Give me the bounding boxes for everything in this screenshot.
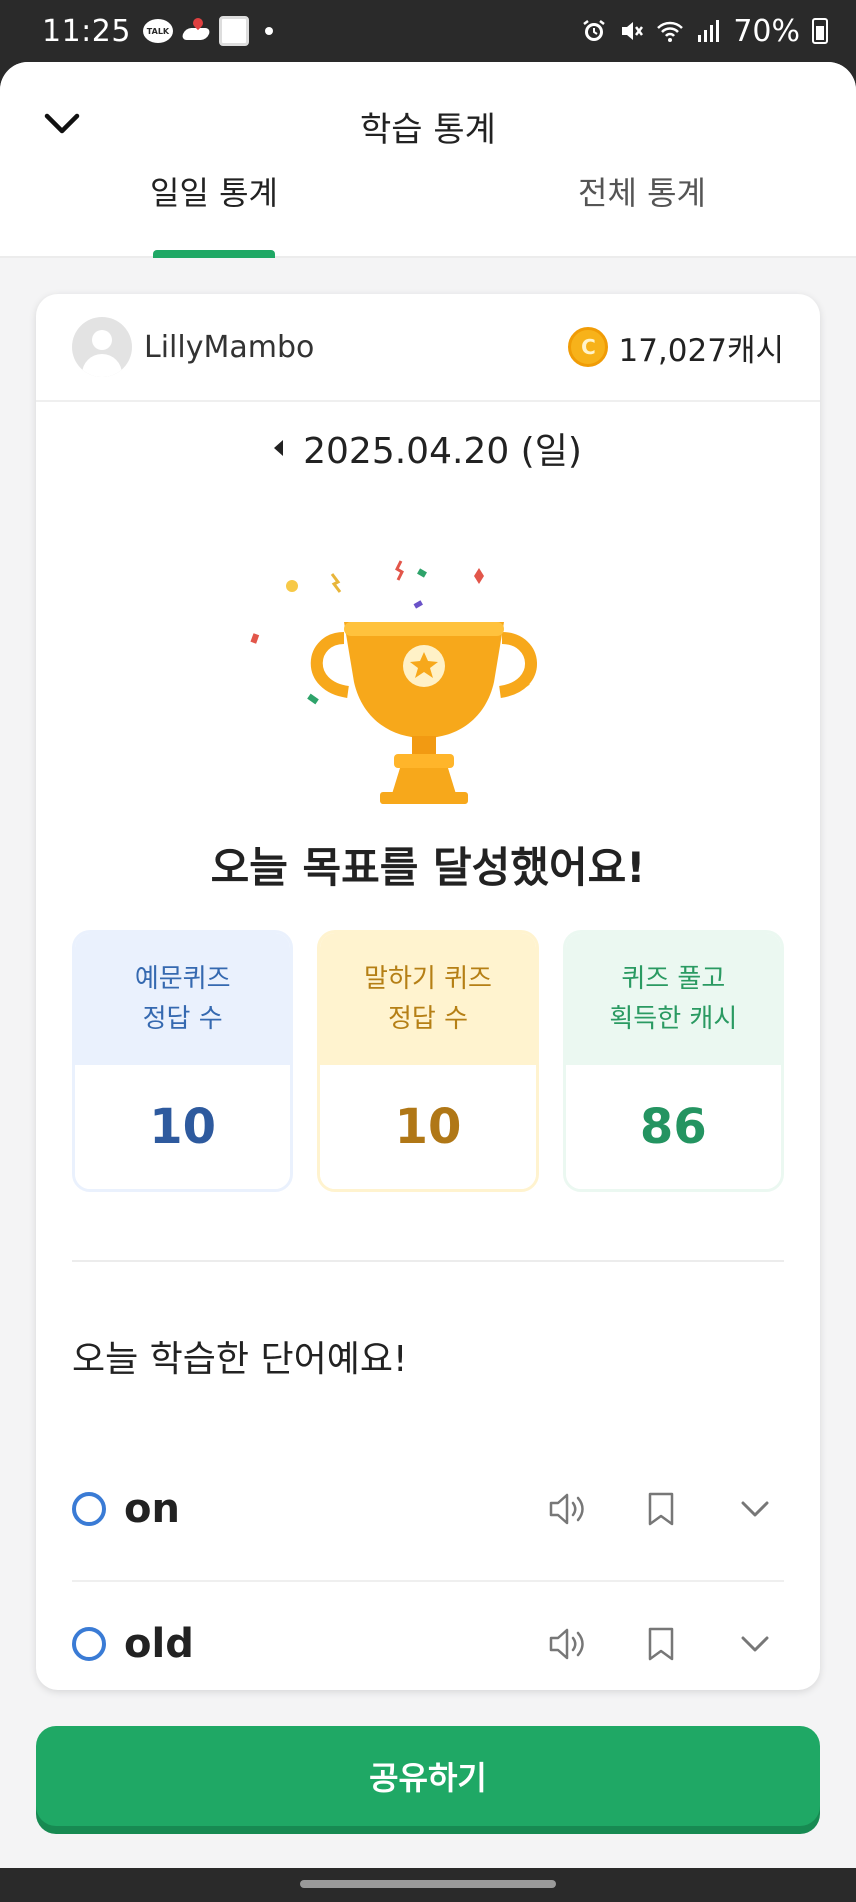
alarm-icon — [583, 20, 606, 41]
status-bar: 11:25 TALK 70% — [0, 0, 856, 62]
stat-example-quiz-correct: 예문퀴즈 정답 수 10 — [72, 930, 294, 1192]
status-icons: 70% — [581, 14, 828, 49]
stat-speaking-quiz-correct: 말하기 퀴즈 정답 수 10 — [317, 930, 539, 1192]
system-nav-bar — [0, 1868, 856, 1902]
trophy-illustration — [250, 560, 537, 804]
stat-label: 말하기 퀴즈 정답 수 — [320, 933, 536, 1065]
battery-icon — [812, 18, 828, 44]
share-button[interactable]: 공유하기 — [36, 1726, 820, 1826]
speaker-icon[interactable] — [546, 1623, 588, 1665]
status-time: 11:25 — [42, 13, 131, 49]
bookmark-icon[interactable] — [640, 1623, 682, 1665]
stat-value: 86 — [565, 1065, 781, 1189]
stat-label: 예문퀴즈 정답 수 — [75, 933, 291, 1065]
header: 학습 통계 일일 통계 전체 통계 — [0, 62, 856, 258]
tab-bar: 일일 통계 전체 통계 — [0, 162, 856, 258]
stats-summary: 예문퀴즈 정답 수 10 말하기 퀴즈 정답 수 10 퀴즈 풀고 획득한 캐시… — [72, 930, 784, 1192]
home-gesture-handle[interactable] — [300, 1880, 556, 1888]
correct-circle-icon — [72, 1627, 106, 1661]
correct-circle-icon — [72, 1492, 106, 1526]
notification-icons: TALK — [142, 16, 273, 46]
daily-stats-card: LillyMambo C 17,027캐시 2025.04.20 (일) 오늘 … — [36, 294, 820, 1690]
stat-quiz-cash-earned: 퀴즈 풀고 획득한 캐시 86 — [562, 930, 784, 1192]
goal-achieved-message: 오늘 목표를 달성했어요! — [210, 843, 646, 892]
username: LillyMambo — [144, 329, 315, 365]
kakaotalk-icon: TALK — [142, 19, 173, 43]
tab-total-stats[interactable]: 전체 통계 — [428, 162, 856, 258]
stat-value: 10 — [75, 1065, 291, 1189]
page-title: 학습 통계 — [360, 110, 496, 150]
avatar — [72, 317, 132, 377]
more-notifications-dot — [264, 27, 273, 35]
wifi-icon — [657, 21, 684, 42]
word-text: on — [124, 1486, 180, 1532]
stat-value: 10 — [320, 1065, 536, 1189]
chevron-down-icon[interactable] — [734, 1623, 776, 1665]
cash-balance: C 17,027캐시 — [568, 325, 784, 370]
words-section-title: 오늘 학습한 단어예요! — [72, 1339, 408, 1380]
current-date: 2025.04.20 (일) — [303, 431, 582, 472]
signal-icon — [698, 20, 720, 42]
bookmark-icon[interactable] — [640, 1488, 682, 1530]
stat-label: 퀴즈 풀고 획득한 캐시 — [565, 933, 781, 1065]
date-selector: 2025.04.20 (일) — [36, 422, 820, 474]
chevron-down-icon[interactable] — [734, 1488, 776, 1530]
section-divider — [72, 1260, 784, 1262]
qr-icon — [218, 16, 249, 46]
battery-percent: 70% — [733, 13, 800, 49]
cash-amount: 17,027캐시 — [618, 332, 784, 369]
word-row[interactable]: on — [72, 1460, 784, 1582]
stats-sheet: 학습 통계 일일 통계 전체 통계 LillyMambo C 17,027캐시 … — [0, 62, 856, 1868]
coin-icon: C — [568, 327, 609, 367]
word-row[interactable]: old — [72, 1594, 784, 1690]
previous-date-arrow-icon[interactable] — [274, 440, 284, 456]
mute-icon — [622, 22, 644, 40]
speaker-icon[interactable] — [546, 1488, 588, 1530]
tab-label: 일일 통계 — [150, 174, 278, 212]
tab-label: 전체 통계 — [578, 174, 706, 212]
tab-daily-stats[interactable]: 일일 통계 — [0, 162, 428, 258]
map-icon — [181, 18, 211, 44]
profile-row: LillyMambo C 17,027캐시 — [36, 294, 820, 402]
word-text: old — [124, 1621, 194, 1667]
